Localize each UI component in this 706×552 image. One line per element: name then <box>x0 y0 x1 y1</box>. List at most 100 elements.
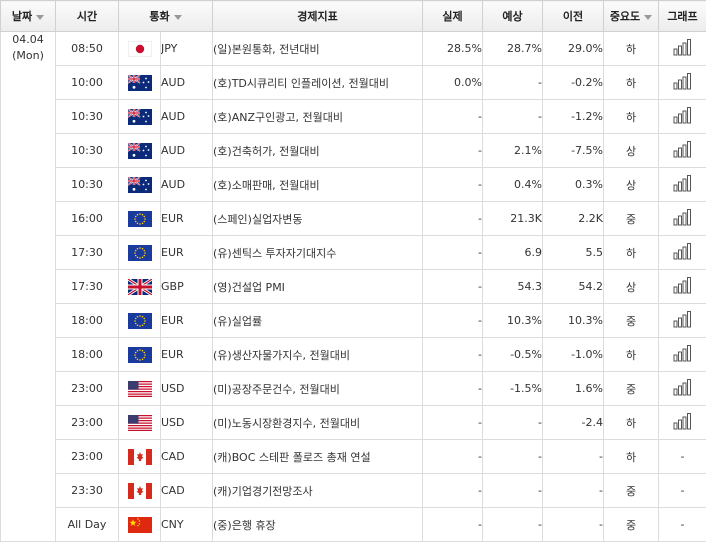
time-cell: 10:30 <box>55 133 119 168</box>
time-cell: 18:00 <box>55 337 119 372</box>
forecast-cell: 2.1% <box>482 133 543 168</box>
time-cell: 10:30 <box>55 167 119 202</box>
table-row: 10:30 AUD (호)ANZ구인광고, 전월대비 - - -1.2% 하 <box>1 99 706 134</box>
indicator-cell: (중)은행 휴장 <box>212 507 423 542</box>
currency-cell: CNY <box>160 507 213 542</box>
forecast-cell: 54.3 <box>482 269 543 304</box>
flag-au-icon <box>127 141 152 159</box>
indicator-cell: (호)TD시큐리티 인플레이션, 전월대비 <box>212 65 423 100</box>
forecast-cell: 28.7% <box>482 31 543 66</box>
bar-chart-icon[interactable] <box>673 412 693 433</box>
importance-cell: 상 <box>603 133 659 168</box>
previous-cell: 0.3% <box>542 167 604 202</box>
previous-cell: 10.3% <box>542 303 604 338</box>
previous-cell: 5.5 <box>542 235 604 270</box>
header-indicator: 경제지표 <box>212 0 423 32</box>
header-actual: 실제 <box>422 0 483 32</box>
bar-chart-icon[interactable] <box>673 140 693 161</box>
table-row: All Day CNY (중)은행 휴장 - - - 중 - <box>1 507 706 542</box>
indicator-cell: (일)본원통화, 전년대비 <box>212 31 423 66</box>
chart-cell: - <box>658 473 706 508</box>
currency-cell: AUD <box>160 65 213 100</box>
chart-cell <box>658 201 706 236</box>
currency-cell: USD <box>160 405 213 440</box>
flag-cell <box>118 235 161 270</box>
flag-jp-icon <box>127 40 152 57</box>
previous-cell: 29.0% <box>542 31 604 66</box>
header-currency[interactable]: 통화 <box>118 0 213 32</box>
bar-chart-icon[interactable] <box>673 344 693 365</box>
importance-cell: 상 <box>603 167 659 202</box>
time-cell: 10:30 <box>55 99 119 134</box>
previous-cell: -0.2% <box>542 65 604 100</box>
time-cell: 16:00 <box>55 201 119 236</box>
actual-cell: - <box>422 269 483 304</box>
economic-calendar-table: 날짜 시간 통화 경제지표 실제 예상 이전 중요도 그래프 04.04 (Mon… <box>0 0 706 542</box>
currency-cell: CAD <box>160 439 213 474</box>
forecast-cell: - <box>482 405 543 440</box>
table-row: 10:00 AUD (호)TD시큐리티 인플레이션, 전월대비 0.0% - -0.2% 하 <box>1 65 706 100</box>
bar-chart-icon[interactable] <box>673 174 693 195</box>
previous-cell: 2.2K <box>542 201 604 236</box>
bar-chart-icon[interactable] <box>673 276 693 297</box>
table-row: 17:30 GBP (영)건설업 PMI -54.3 54.2 상 <box>1 269 706 304</box>
chart-cell <box>658 405 706 440</box>
dropdown-arrow-icon[interactable] <box>644 14 653 20</box>
bar-chart-icon[interactable] <box>673 38 693 59</box>
indicator-cell: (영)건설업 PMI <box>212 269 423 304</box>
indicator-cell: (호)건축허가, 전월대비 <box>212 133 423 168</box>
flag-cell <box>118 303 161 338</box>
forecast-cell: 0.4% <box>482 167 543 202</box>
time-cell: 23:30 <box>55 473 119 508</box>
chart-cell <box>658 65 706 100</box>
bar-chart-icon[interactable] <box>673 242 693 263</box>
flag-cell <box>118 439 161 474</box>
header-date[interactable]: 날짜 <box>0 0 56 32</box>
flag-cell <box>118 337 161 372</box>
table-row: 23:00 USD (미)공장주문건수, 전월대비 - -1.5% 1.6% 중 <box>1 371 706 406</box>
header-importance[interactable]: 중요도 <box>603 0 659 32</box>
time-cell: 18:00 <box>55 303 119 338</box>
chart-cell <box>658 235 706 270</box>
currency-cell: GBP <box>160 269 213 304</box>
flag-us-icon <box>127 380 152 397</box>
previous-cell: - <box>542 507 604 542</box>
bar-chart-icon[interactable] <box>673 378 693 399</box>
indicator-cell: (유)생산자물가지수, 전월대비 <box>212 337 423 372</box>
currency-cell: EUR <box>160 303 213 338</box>
actual-cell: - <box>422 371 483 406</box>
flag-cell <box>118 31 161 66</box>
chart-cell <box>658 133 706 168</box>
flag-cell <box>118 133 161 168</box>
actual-cell: - <box>422 167 483 202</box>
table-row: 23:00 USD (미)노동시장환경지수, 전월대비 - - -2.4 하 <box>1 405 706 440</box>
dropdown-arrow-icon[interactable] <box>36 14 45 20</box>
flag-cell <box>118 99 161 134</box>
bar-chart-icon[interactable] <box>673 106 693 127</box>
time-cell: 17:30 <box>55 235 119 270</box>
forecast-cell: -0.5% <box>482 337 543 372</box>
forecast-cell: - <box>482 473 543 508</box>
bar-chart-icon[interactable] <box>673 208 693 229</box>
date-cell: 04.04 (Mon) <box>0 31 56 542</box>
chart-cell <box>658 371 706 406</box>
flag-au-icon <box>127 175 152 193</box>
previous-cell: - <box>542 473 604 508</box>
table-row: 04.04 (Mon) 08:50 JPY (일)본원통화, 전년대비 28.5% 28.7… <box>0 31 706 542</box>
date-day: 04.04 <box>12 33 44 46</box>
flag-cell <box>118 269 161 304</box>
bar-chart-icon[interactable] <box>673 310 693 331</box>
flag-gb-icon <box>126 277 153 296</box>
table-row: 10:30 AUD (호)소매판매, 전월대비 -0.4% 0.3% 상 <box>1 167 706 202</box>
flag-eu-icon <box>127 244 152 261</box>
indicator-cell: (캐)BOC 스테판 폴로즈 총재 연설 <box>212 439 423 474</box>
flag-us-icon <box>127 414 152 431</box>
indicator-cell: (유)센틱스 투자자기대지수 <box>212 235 423 270</box>
header-previous: 이전 <box>542 0 604 32</box>
actual-cell: - <box>422 439 483 474</box>
header-forecast: 예상 <box>482 0 543 32</box>
bar-chart-icon[interactable] <box>673 72 693 93</box>
currency-cell: EUR <box>160 235 213 270</box>
currency-cell: AUD <box>160 167 213 202</box>
dropdown-arrow-icon[interactable] <box>173 14 182 20</box>
